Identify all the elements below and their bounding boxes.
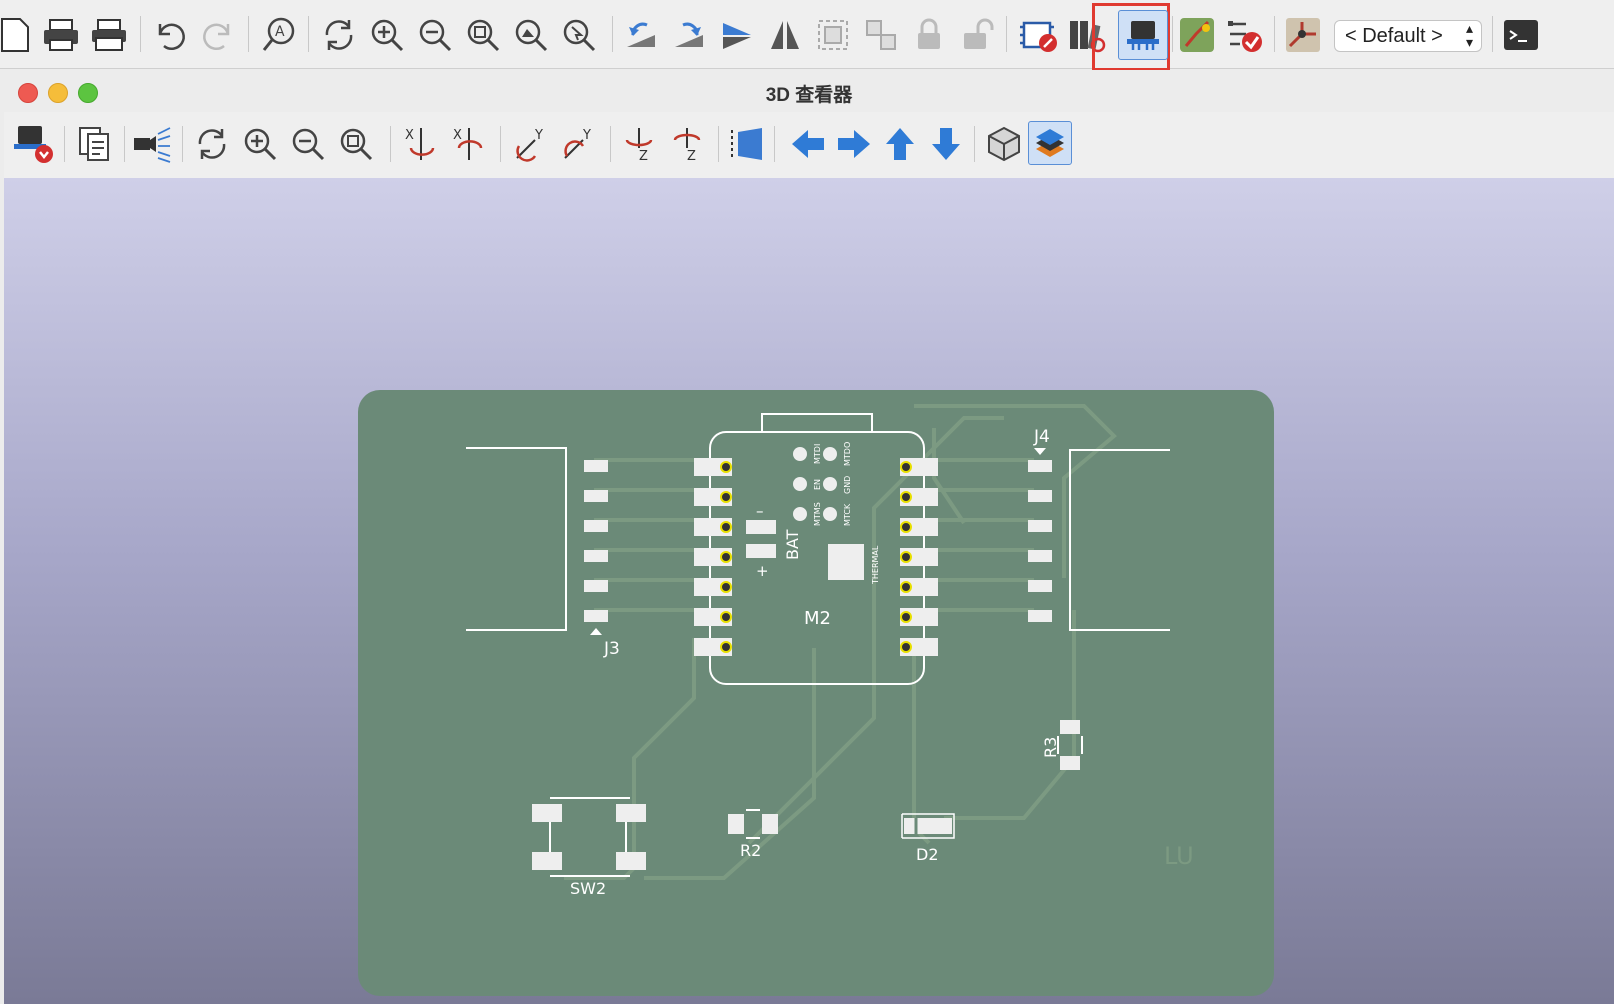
ortho-projection-icon[interactable] [982, 122, 1026, 166]
zoom-in-icon[interactable] [366, 14, 408, 56]
scripting-console-icon[interactable] [1500, 14, 1542, 56]
zoom-selection-icon[interactable] [558, 14, 600, 56]
layer-preset-value: < Default > [1345, 25, 1443, 47]
layer-preset-select[interactable]: < Default > ▴ ▾ [1334, 20, 1482, 52]
viewer-toolbar: X X Y Y Z Z [4, 112, 1614, 179]
bat-plus-pad [746, 544, 776, 558]
lock-icon[interactable] [908, 14, 950, 56]
mtdo-label: MTDO [843, 442, 852, 466]
viewer-zoom-fit-icon[interactable] [334, 122, 378, 166]
d2-pad [904, 818, 952, 834]
interactive-router-icon[interactable] [1282, 14, 1324, 56]
svg-text:A: A [275, 24, 285, 40]
bat-minus-pad [746, 520, 776, 534]
route-icon[interactable] [1176, 14, 1218, 56]
gnd-label: GND [843, 476, 852, 494]
select-arrows-icon: ▴ ▾ [1465, 20, 1473, 50]
rotate-y-cw-icon[interactable]: Y [510, 122, 554, 166]
r2-pad-2 [762, 814, 778, 834]
mtms-label: MTMS [813, 502, 822, 526]
rotate-ccw-icon[interactable] [620, 14, 662, 56]
3d-canvas[interactable]: J3 J4 MTDI MTDO EN GND MTMS MTCK THERMAL… [4, 178, 1614, 1004]
zoom-objects-icon[interactable] [510, 14, 552, 56]
zoom-out-icon[interactable] [414, 14, 456, 56]
viewer-zoom-in-icon[interactable] [238, 122, 282, 166]
mtdi-label: MTDI [813, 444, 822, 464]
ungroup-icon[interactable] [860, 14, 902, 56]
rotate-cw-icon[interactable] [668, 14, 710, 56]
svg-text:Z: Z [639, 149, 648, 164]
svg-text:X: X [453, 128, 462, 143]
viewer-zoom-out-icon[interactable] [286, 122, 330, 166]
mtck-label: MTCK [843, 503, 852, 526]
flip-board-icon[interactable] [716, 14, 758, 56]
bat-minus-label: – [756, 502, 764, 520]
window-title: 3D 查看器 [765, 85, 853, 106]
thermal-pad [828, 544, 864, 580]
svg-text:Z: Z [687, 149, 696, 164]
bat-plus-label: + [756, 562, 769, 580]
rotate-y-ccw-icon[interactable]: Y [558, 122, 602, 166]
viewer-redraw-icon[interactable] [190, 122, 234, 166]
layer-display-icon[interactable] [1028, 121, 1072, 165]
new-board-icon[interactable] [0, 14, 36, 56]
en-label: EN [813, 479, 822, 490]
main-toolbar: A < Default > ▴ ▾ [0, 0, 1614, 71]
copy-image-icon[interactable] [72, 122, 116, 166]
j3-label: J3 [603, 639, 620, 659]
3d-viewer-window: 3D 查看器 X X Y Y Z Z J3 J4 MTDI MTDO EN GN… [4, 70, 1614, 1004]
redo-icon[interactable] [198, 14, 240, 56]
move-down-icon[interactable] [924, 122, 968, 166]
m2-label: M2 [804, 608, 831, 629]
redraw-icon[interactable] [318, 14, 360, 56]
print-icon[interactable] [40, 14, 82, 56]
thermal-label: THERMAL [871, 545, 880, 585]
d2-label: D2 [916, 845, 939, 864]
r3-pad-2 [1060, 756, 1080, 770]
r3-label: R3 [1041, 737, 1060, 758]
drc-icon[interactable] [1224, 14, 1266, 56]
r3-pad-1 [1060, 720, 1080, 734]
unlock-icon[interactable] [956, 14, 998, 56]
group-icon[interactable] [812, 14, 854, 56]
3d-viewer-icon[interactable] [1122, 14, 1164, 56]
plot-icon[interactable] [88, 14, 130, 56]
move-left-icon[interactable] [786, 122, 830, 166]
title-bar: 3D 查看器 [4, 70, 1614, 113]
rotate-x-cw-icon[interactable]: X [400, 122, 444, 166]
mirror-icon[interactable] [764, 14, 806, 56]
rotate-z-cw-icon[interactable]: Z [618, 122, 662, 166]
footprint-editor-icon[interactable] [1018, 14, 1060, 56]
rotate-z-ccw-icon[interactable]: Z [666, 122, 710, 166]
j4-label: J4 [1033, 427, 1050, 447]
zoom-fit-icon[interactable] [462, 14, 504, 56]
pcb-render: J3 J4 MTDI MTDO EN GND MTMS MTCK THERMAL… [358, 390, 1274, 996]
svg-text:X: X [405, 128, 414, 143]
r2-pad-1 [728, 814, 744, 834]
sw2-label: SW2 [570, 879, 606, 898]
undo-icon[interactable] [148, 14, 190, 56]
reload-board-icon[interactable] [12, 122, 56, 166]
flip-view-icon[interactable] [726, 122, 770, 166]
move-up-icon[interactable] [878, 122, 922, 166]
rotate-x-ccw-icon[interactable]: X [448, 122, 492, 166]
find-icon[interactable]: A [258, 14, 300, 56]
bat-label: BAT [783, 529, 802, 560]
lu-logo-text: LU [1164, 842, 1194, 870]
raytracing-icon[interactable] [130, 122, 174, 166]
r2-label: R2 [740, 841, 761, 860]
move-right-icon[interactable] [832, 122, 876, 166]
